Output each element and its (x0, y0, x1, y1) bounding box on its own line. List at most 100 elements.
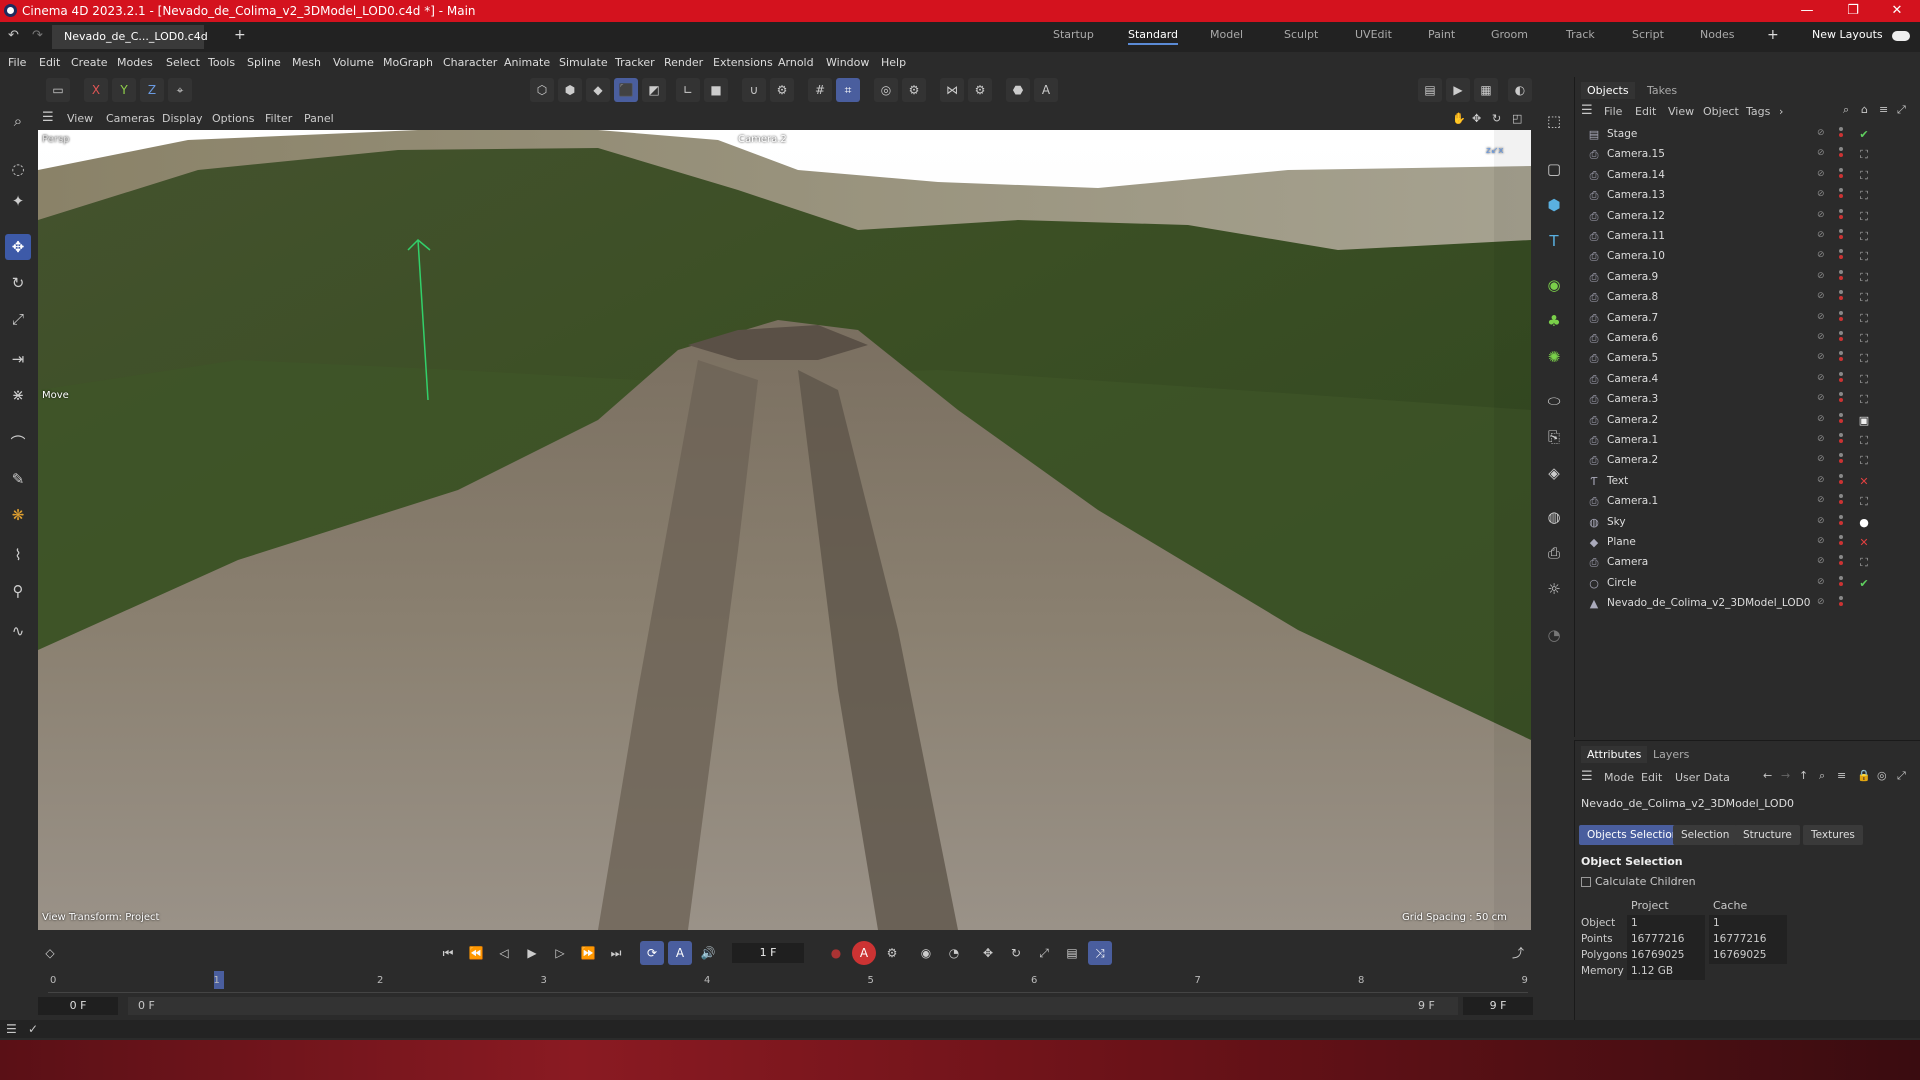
physics-icon[interactable]: ◔ (1541, 622, 1567, 648)
edges-mode-icon[interactable]: ⬢ (558, 78, 582, 102)
menu-modes[interactable]: Modes (117, 56, 153, 69)
visibility-dots[interactable] (1839, 331, 1843, 345)
menu-character[interactable]: Character (443, 56, 497, 69)
viewport-maximize-icon[interactable]: ◰ (1512, 112, 1522, 125)
object-row[interactable]: ⎙ Camera.5 ⊘ ⛶ (1587, 349, 1917, 369)
visibility-dots[interactable] (1839, 575, 1843, 590)
object-row[interactable]: ⎙ Camera.11 ⊘ ⛶ (1587, 227, 1917, 247)
layer-icon[interactable]: ⊘ (1817, 250, 1825, 260)
layer-icon[interactable]: ⊘ (1817, 516, 1825, 526)
visibility-dots[interactable] (1839, 351, 1843, 365)
object-tag-icon[interactable]: ⛶ (1857, 352, 1871, 366)
visibility-dots[interactable] (1839, 596, 1843, 610)
x-axis-lock[interactable]: X (84, 78, 108, 102)
object-tag-icon[interactable]: ⛶ (1857, 291, 1871, 305)
object-tag-icon[interactable]: ⛶ (1857, 210, 1871, 224)
sculpt-tool-icon[interactable]: ⌒ (5, 430, 31, 456)
visibility-dots[interactable] (1839, 453, 1843, 467)
live-selection-icon[interactable]: ◌ (5, 156, 31, 182)
spline-object-icon[interactable]: ▢ (1541, 156, 1567, 182)
keyframe-icon[interactable]: ◇ (38, 941, 62, 965)
object-tag-icon[interactable]: ⛶ (1857, 454, 1871, 468)
layout-startup[interactable]: Startup (1053, 28, 1094, 41)
object-row[interactable]: ⎙ Camera ⊘ ⛶ (1587, 553, 1917, 573)
ipr-icon[interactable]: ◐ (1508, 78, 1532, 102)
visibility-dots[interactable] (1839, 208, 1843, 223)
coordinate-system-icon[interactable]: ⌖ (168, 78, 192, 102)
loop-icon[interactable]: ⟳ (640, 941, 664, 965)
object-tag-icon[interactable]: ⛶ (1857, 332, 1871, 346)
object-row[interactable]: ⎙ Camera.13 ⊘ ⛶ (1587, 186, 1917, 206)
render-to-picture-viewer-icon[interactable]: ▶ (1446, 78, 1470, 102)
layer-icon[interactable]: ⊘ (1817, 414, 1825, 424)
attributes-settings-icon[interactable]: ◎ (1877, 769, 1887, 782)
layout-uvedit[interactable]: UVEdit (1355, 28, 1392, 41)
objects-menu-more-icon[interactable]: › (1779, 105, 1783, 118)
calculate-children-checkbox[interactable] (1581, 877, 1591, 887)
go-to-start-icon[interactable]: ⏮ (436, 941, 460, 965)
object-row[interactable]: ⎙ Camera.4 ⊘ ⛶ (1587, 370, 1917, 390)
objects-hamburger-icon[interactable]: ☰ (1581, 103, 1593, 118)
minimize-button[interactable]: — (1784, 0, 1830, 22)
uv-mode-icon[interactable]: ◩ (642, 78, 666, 102)
object-row[interactable]: ◍ Sky ⊘ ● (1587, 513, 1917, 533)
back-arrow-icon[interactable]: ← (1763, 769, 1772, 782)
previous-frame-icon[interactable]: ◁ (492, 941, 516, 965)
object-row[interactable]: ⎙ Camera.7 ⊘ ⛶ (1587, 309, 1917, 329)
menu-extensions[interactable]: Extensions (713, 56, 773, 69)
object-row[interactable]: Ƭ Text ⊘ ✕ (1587, 472, 1917, 492)
autokey-icon[interactable]: A (852, 941, 876, 965)
spline-tool-icon[interactable]: ❋ (5, 502, 31, 528)
visibility-dots[interactable] (1839, 412, 1843, 427)
menu-spline[interactable]: Spline (247, 56, 281, 69)
brush-tool-icon[interactable]: ⌇ (5, 542, 31, 568)
key-mode-icon[interactable]: ◉ (914, 941, 938, 965)
object-tag-icon[interactable]: ● (1857, 516, 1871, 530)
layout-groom[interactable]: Groom (1491, 28, 1528, 41)
visibility-dots[interactable] (1839, 433, 1843, 447)
model-mode-icon[interactable]: ⬛ (614, 78, 638, 102)
scale-key-icon[interactable]: ⤢ (1032, 941, 1056, 965)
layer-icon[interactable]: ⊘ (1817, 495, 1825, 505)
layout-standard[interactable]: Standard (1128, 28, 1179, 45)
objects-menu-edit[interactable]: Edit (1635, 105, 1656, 118)
object-row[interactable]: ▲ Nevado_de_Colima_v2_3DModel_LOD0 ⊘ (1587, 594, 1917, 614)
rotate-tool-icon[interactable]: ↻ (5, 270, 31, 296)
object-tag-icon[interactable]: ⛶ (1857, 495, 1871, 509)
motion-icon[interactable]: ◔ (942, 941, 966, 965)
viewport-pan-icon[interactable]: ✋ (1452, 112, 1466, 125)
preview-range-icon[interactable]: A (668, 941, 692, 965)
object-row[interactable]: ▤ Stage ⊘ ✔ (1587, 125, 1917, 145)
viewport-menu-filter[interactable]: Filter (265, 112, 292, 125)
object-row[interactable]: ⎙ Camera.1 ⊘ ⛶ (1587, 492, 1917, 512)
grid-icon[interactable]: # (808, 78, 832, 102)
layout-paint[interactable]: Paint (1428, 28, 1455, 41)
object-row[interactable]: ⎙ Camera.15 ⊘ ⛶ (1587, 145, 1917, 165)
render-settings-icon[interactable]: ⚙ (902, 78, 926, 102)
text-object-icon[interactable]: T (1541, 228, 1567, 254)
light-icon[interactable]: ☼ (1541, 576, 1567, 602)
object-row[interactable]: ⎙ Camera.8 ⊘ ⛶ (1587, 288, 1917, 308)
menu-mesh[interactable]: Mesh (292, 56, 321, 69)
objects-menu-object[interactable]: Object (1703, 105, 1739, 118)
viewport-dolly-icon[interactable]: ✥ (1472, 112, 1481, 125)
current-frame-field[interactable]: 1 F (732, 943, 804, 963)
object-row[interactable]: ○ Circle ⊘ ✔ (1587, 574, 1917, 594)
render-active-view-icon[interactable]: ▤ (1418, 78, 1442, 102)
param-key-icon[interactable]: ▤ (1060, 941, 1084, 965)
add-tab-icon[interactable]: + (234, 27, 246, 43)
environment-icon[interactable]: ◍ (1541, 504, 1567, 530)
objects-selection-button[interactable]: Objects Selection (1579, 825, 1687, 845)
add-layout-icon[interactable]: + (1767, 27, 1779, 43)
object-tag-icon[interactable]: ⛶ (1857, 250, 1871, 264)
layout-script[interactable]: Script (1632, 28, 1664, 41)
layer-icon[interactable]: ⊘ (1817, 169, 1825, 179)
viewport-hamburger-icon[interactable]: ☰ (42, 110, 54, 125)
object-tag-icon[interactable]: ⛶ (1857, 393, 1871, 407)
range-slider[interactable]: 0 F 9 F (128, 997, 1458, 1015)
rotation-key-icon[interactable]: ↻ (1004, 941, 1028, 965)
up-arrow-icon[interactable]: ↑ (1799, 769, 1808, 782)
new-layouts-toggle[interactable] (1892, 31, 1910, 41)
lod-icon[interactable]: ⬣ (1006, 78, 1030, 102)
z-axis-lock[interactable]: Z (140, 78, 164, 102)
